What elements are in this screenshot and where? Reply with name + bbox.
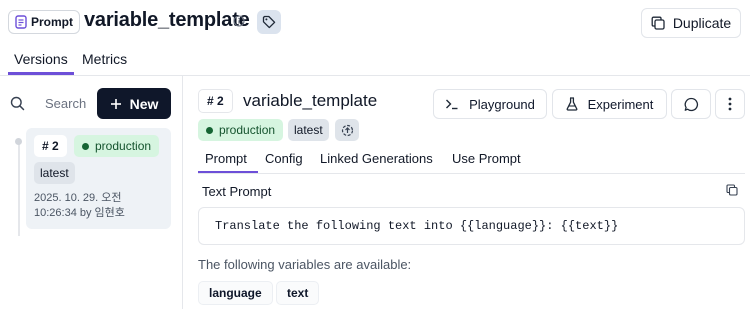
comments-button[interactable] xyxy=(671,89,711,119)
vertical-ellipsis-icon xyxy=(728,97,732,111)
playground-label: Playground xyxy=(469,96,535,112)
version-timestamp: 2025. 10. 29. 오전 10:26:34 by 임현호 xyxy=(34,191,166,221)
playground-button[interactable]: Playground xyxy=(433,89,547,119)
version-title: variable_template xyxy=(243,91,378,110)
text-prompt-heading: Text Prompt xyxy=(202,184,272,199)
flask-icon xyxy=(566,97,578,111)
prompt-text-box: Translate the following text into {{lang… xyxy=(198,207,745,245)
terminal-icon xyxy=(446,99,458,110)
status-dot xyxy=(82,142,89,150)
variable-chip-language: language xyxy=(198,281,273,305)
subtab-use-prompt[interactable]: Use Prompt xyxy=(452,151,521,166)
add-label-button[interactable] xyxy=(335,119,359,141)
duplicate-label: Duplicate xyxy=(672,15,732,31)
chat-bubble-icon xyxy=(684,97,698,111)
variable-chip-text: text xyxy=(276,281,320,305)
production-badge: production xyxy=(74,135,160,157)
experiment-button[interactable]: Experiment xyxy=(552,89,667,119)
subtab-config[interactable]: Config xyxy=(265,151,303,166)
status-dot xyxy=(206,126,213,134)
experiment-label: Experiment xyxy=(587,96,654,112)
version-timeline xyxy=(18,140,20,236)
copy-icon[interactable] xyxy=(726,184,738,196)
duplicate-button[interactable]: Duplicate xyxy=(641,8,741,38)
tag-icon xyxy=(262,15,276,29)
search-input[interactable]: Search xyxy=(45,96,86,111)
document-icon xyxy=(15,15,27,29)
search-icon[interactable] xyxy=(10,96,25,111)
active-subtab-indicator xyxy=(198,171,258,173)
plus-icon xyxy=(110,98,121,109)
detail-production-badge: production xyxy=(198,119,284,141)
subtab-prompt[interactable]: Prompt xyxy=(205,151,247,166)
copy-icon xyxy=(651,16,665,30)
prompt-type-badge: Prompt xyxy=(8,10,80,34)
detail-production-label: production xyxy=(219,123,276,137)
version-number: # 2 xyxy=(198,89,233,113)
prompt-text: Translate the following text into {{lang… xyxy=(215,219,619,233)
tag-button[interactable] xyxy=(257,10,281,34)
tag-sync-icon xyxy=(341,124,353,136)
production-label: production xyxy=(95,139,152,153)
version-number-badge: # 2 xyxy=(34,135,67,157)
info-icon[interactable] xyxy=(233,15,245,27)
new-version-button[interactable]: New xyxy=(97,88,171,119)
timeline-dot xyxy=(15,138,22,145)
subtab-divider xyxy=(198,173,745,174)
tab-metrics[interactable]: Metrics xyxy=(82,51,127,67)
subtab-linked-generations[interactable]: Linked Generations xyxy=(320,151,433,166)
more-options-button[interactable] xyxy=(715,89,745,119)
tab-versions[interactable]: Versions xyxy=(14,51,68,67)
timestamp-line-2: 10:26:34 by 임현호 xyxy=(34,207,125,219)
timestamp-line-1: 2025. 10. 29. 오전 xyxy=(34,192,122,204)
variables-description: The following variables are available: xyxy=(198,257,412,272)
page-title: variable_template xyxy=(84,9,250,31)
latest-badge: latest xyxy=(34,162,75,184)
detail-latest-badge: latest xyxy=(288,119,329,141)
prompt-badge-label: Prompt xyxy=(31,15,73,29)
new-label: New xyxy=(129,95,159,112)
